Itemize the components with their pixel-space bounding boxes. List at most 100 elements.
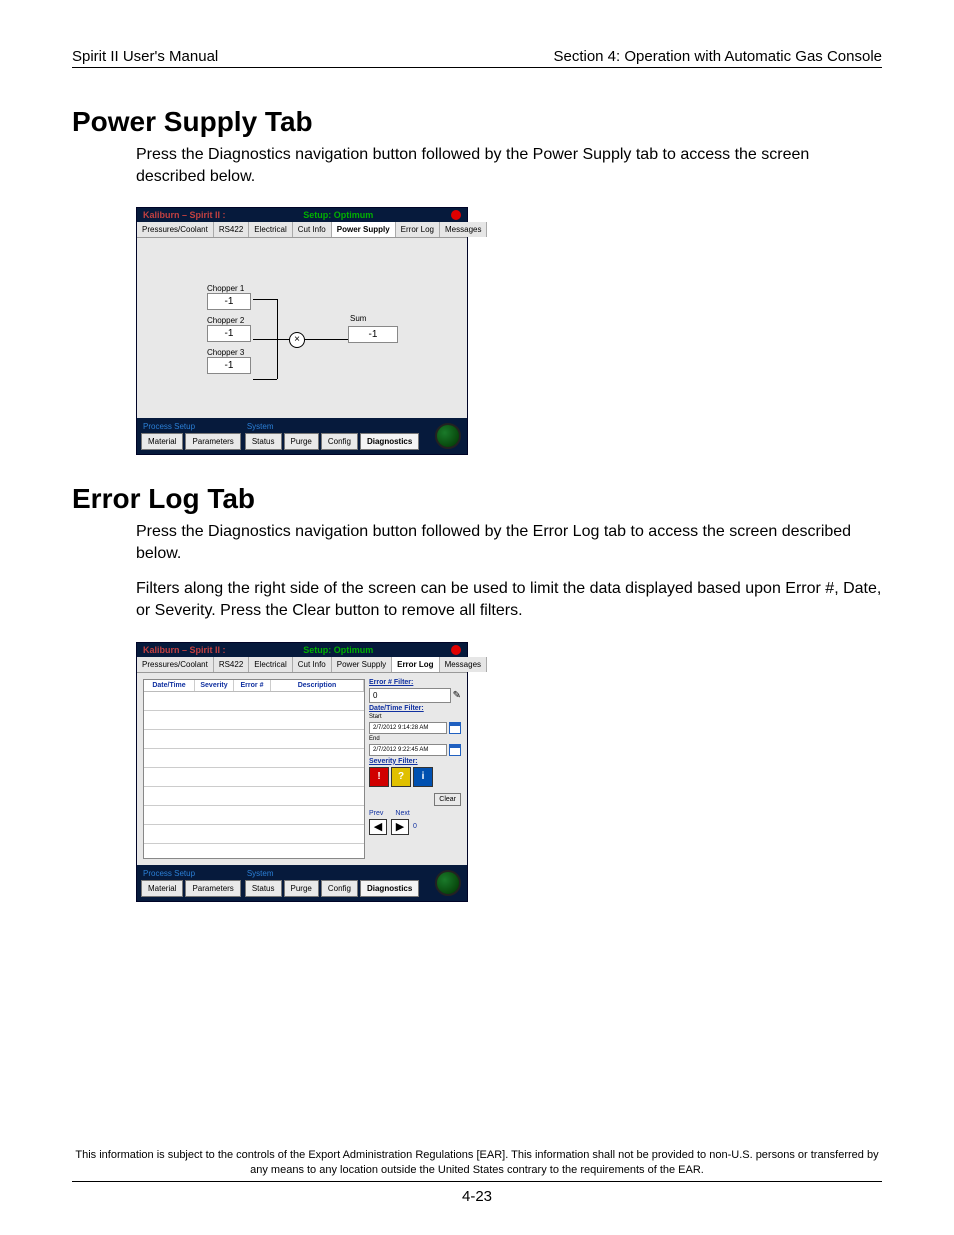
config-button[interactable]: Config <box>321 433 358 450</box>
calendar-icon[interactable] <box>449 722 461 734</box>
power-supply-panel: Chopper 1 -1 Chopper 2 -1 Chopper 3 -1 ×… <box>137 238 467 418</box>
tab-error-log[interactable]: Error Log <box>392 657 439 672</box>
group-system: System <box>245 869 420 878</box>
severity-warning-icon[interactable]: ? <box>391 767 411 787</box>
chopper2-label: Chopper 2 <box>207 316 251 325</box>
group-process-setup: Process Setup <box>141 422 241 431</box>
end-label: End <box>369 736 461 742</box>
section-title-errorlog: Error Log Tab <box>72 483 882 515</box>
parameters-button[interactable]: Parameters <box>185 433 240 450</box>
tab-pressures[interactable]: Pressures/Coolant <box>137 222 214 237</box>
error-filter-input[interactable]: 0 <box>369 688 451 703</box>
group-process-setup: Process Setup <box>141 869 241 878</box>
tab-messages[interactable]: Messages <box>440 222 487 237</box>
error-log-panel: Date/Time Severity Error # Description <box>137 673 467 865</box>
window-title: Kaliburn – Spirit II : <box>143 645 226 655</box>
error-log-table: Date/Time Severity Error # Description <box>143 679 365 859</box>
tab-power-supply[interactable]: Power Supply <box>332 657 392 672</box>
diagnostics-tabstrip: Pressures/Coolant RS422 Electrical Cut I… <box>137 657 467 673</box>
header-left: Spirit II User's Manual <box>72 48 218 65</box>
table-row <box>144 730 364 749</box>
purge-button[interactable]: Purge <box>284 433 319 450</box>
table-row <box>144 711 364 730</box>
tab-cut-info[interactable]: Cut Info <box>293 222 332 237</box>
prev-arrow-icon[interactable]: ◀ <box>369 819 387 835</box>
section-title-power: Power Supply Tab <box>72 106 882 138</box>
window-titlebar: Kaliburn – Spirit II : Setup: Optimum <box>137 208 467 222</box>
severity-info-icon[interactable]: i <box>413 767 433 787</box>
section-body-errorlog-1: Press the Diagnostics navigation button … <box>136 521 882 564</box>
status-button[interactable]: Status <box>245 880 282 897</box>
diagnostics-button[interactable]: Diagnostics <box>360 880 419 897</box>
tab-messages[interactable]: Messages <box>440 657 487 672</box>
table-row <box>144 692 364 711</box>
material-button[interactable]: Material <box>141 433 183 450</box>
table-row <box>144 787 364 806</box>
record-indicator-icon <box>451 210 461 220</box>
material-button[interactable]: Material <box>141 880 183 897</box>
table-row <box>144 749 364 768</box>
filter-sidebar: Error # Filter: 0 ✎ Date/Time Filter: St… <box>369 679 461 859</box>
header-right: Section 4: Operation with Automatic Gas … <box>553 48 882 65</box>
tab-cut-info[interactable]: Cut Info <box>293 657 332 672</box>
section-body-power: Press the Diagnostics navigation button … <box>136 144 882 187</box>
start-label: Start <box>369 714 461 720</box>
table-row <box>144 806 364 825</box>
chopper1-label: Chopper 1 <box>207 284 251 293</box>
col-severity[interactable]: Severity <box>195 680 234 691</box>
diagnostics-tabstrip: Pressures/Coolant RS422 Electrical Cut I… <box>137 222 467 238</box>
parameters-button[interactable]: Parameters <box>185 880 240 897</box>
severity-error-icon[interactable]: ! <box>369 767 389 787</box>
clear-button[interactable]: Clear <box>434 793 461 806</box>
purge-button[interactable]: Purge <box>284 880 319 897</box>
page-header: Spirit II User's Manual Section 4: Opera… <box>72 48 882 68</box>
next-label: Next <box>395 810 409 817</box>
prev-label: Prev <box>369 810 383 817</box>
record-indicator-icon <box>451 645 461 655</box>
calendar-icon[interactable] <box>449 744 461 756</box>
tab-pressures[interactable]: Pressures/Coolant <box>137 657 214 672</box>
tab-rs422[interactable]: RS422 <box>214 657 249 672</box>
config-button[interactable]: Config <box>321 880 358 897</box>
start-date-input[interactable]: 2/7/2012 9:14:28 AM <box>369 722 447 734</box>
tab-rs422[interactable]: RS422 <box>214 222 249 237</box>
diagnostics-button[interactable]: Diagnostics <box>360 433 419 450</box>
chopper3-label: Chopper 3 <box>207 348 251 357</box>
tab-electrical[interactable]: Electrical <box>249 657 292 672</box>
group-system: System <box>245 422 420 431</box>
section-body-errorlog-2: Filters along the right side of the scre… <box>136 578 882 621</box>
screenshot-power-supply: Kaliburn – Spirit II : Setup: Optimum Pr… <box>136 207 468 455</box>
legal-notice: This information is subject to the contr… <box>72 1148 882 1182</box>
col-description[interactable]: Description <box>271 680 364 691</box>
sum-value: -1 <box>348 326 398 343</box>
error-filter-label: Error # Filter: <box>369 679 461 686</box>
window-title: Kaliburn – Spirit II : <box>143 210 226 220</box>
page-number: 4-23 <box>72 1188 882 1205</box>
severity-filter-label: Severity Filter: <box>369 758 461 765</box>
window-mode: Setup: Optimum <box>303 210 373 220</box>
chopper2-value: -1 <box>207 325 251 342</box>
table-row <box>144 768 364 787</box>
window-titlebar: Kaliburn – Spirit II : Setup: Optimum <box>137 643 467 657</box>
next-arrow-icon[interactable]: ▶ <box>391 819 409 835</box>
screenshot-error-log: Kaliburn – Spirit II : Setup: Optimum Pr… <box>136 642 468 902</box>
nav-footer: Process Setup Material Parameters System… <box>137 418 467 454</box>
tab-error-log[interactable]: Error Log <box>396 222 440 237</box>
page-count: 0 <box>413 823 417 830</box>
tab-electrical[interactable]: Electrical <box>249 222 292 237</box>
status-button[interactable]: Status <box>245 433 282 450</box>
end-date-input[interactable]: 2/7/2012 9:22:45 AM <box>369 744 447 756</box>
eraser-icon[interactable]: ✎ <box>453 690 461 701</box>
chopper1-value: -1 <box>207 293 251 310</box>
window-mode: Setup: Optimum <box>303 645 373 655</box>
tab-power-supply[interactable]: Power Supply <box>332 222 396 237</box>
chopper3-value: -1 <box>207 357 251 374</box>
summing-node-icon: × <box>289 332 305 348</box>
sum-label: Sum <box>350 314 366 323</box>
table-row <box>144 825 364 844</box>
col-date[interactable]: Date/Time <box>144 680 195 691</box>
col-error[interactable]: Error # <box>234 680 271 691</box>
status-led-icon <box>435 423 461 449</box>
table-rows <box>144 692 364 858</box>
date-filter-label: Date/Time Filter: <box>369 705 461 712</box>
